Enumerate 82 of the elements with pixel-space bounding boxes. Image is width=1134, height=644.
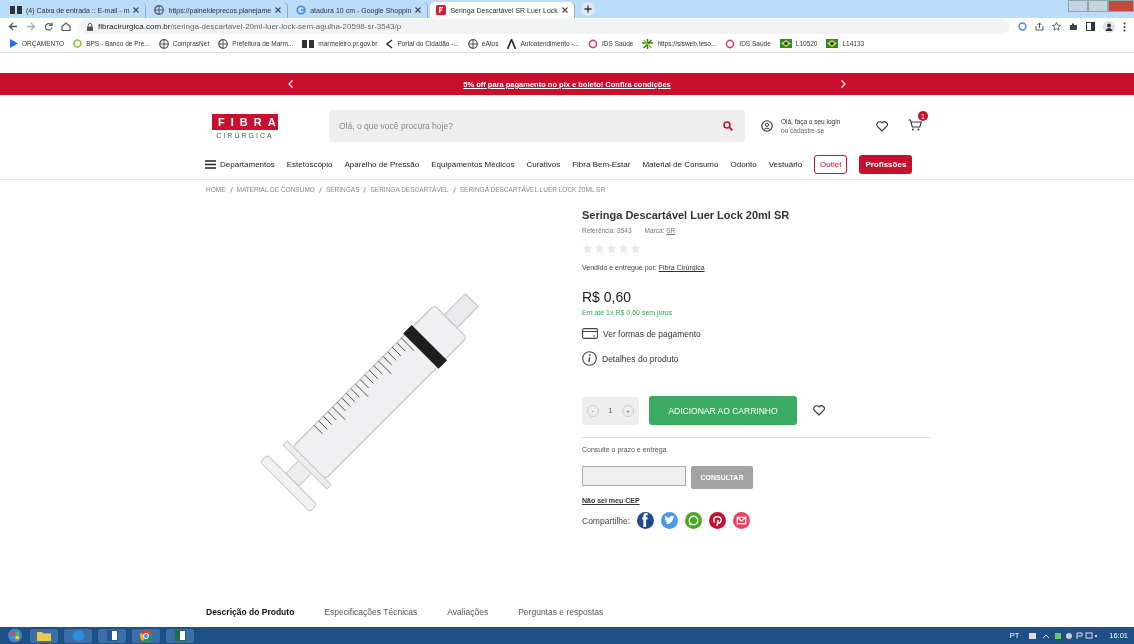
- chevron-left-icon: [386, 38, 394, 49]
- heart-icon[interactable]: [813, 405, 825, 416]
- nav-link[interactable]: Aparelho de Pressão: [344, 159, 420, 169]
- nav-link[interactable]: Curativos: [526, 159, 561, 169]
- chevron-right-icon[interactable]: [840, 80, 846, 88]
- nav-link[interactable]: Material de Consumo: [642, 159, 719, 169]
- star-icon[interactable]: [1052, 22, 1061, 31]
- facebook-share-icon[interactable]: [637, 512, 655, 529]
- triangle-icon: [10, 39, 18, 48]
- lock-icon: [87, 22, 93, 31]
- address-bar[interactable]: fibracirurgica.com.br/seringa-descartavel-20ml-luer-lock-sem-agulha-20598-sr-3543/p: [79, 19, 1010, 34]
- circle-icon: [73, 39, 83, 48]
- slash-separator-icon: [318, 186, 322, 193]
- nav-link[interactable]: Estetoscópio: [286, 159, 333, 169]
- share-label: Compartilhe:: [582, 515, 631, 526]
- browser-icon: [140, 629, 152, 642]
- home-icon[interactable]: [61, 22, 71, 31]
- start-button[interactable]: [6, 628, 24, 643]
- slash-separator-icon: [229, 186, 233, 193]
- nav-link[interactable]: Odonto: [730, 159, 757, 169]
- circle-icon: [72, 630, 84, 641]
- slash-separator-icon: [452, 186, 456, 193]
- globe-icon: [154, 5, 165, 15]
- globe-icon: [467, 38, 478, 49]
- site-favicon-icon: [436, 5, 447, 15]
- slash-separator-icon: [363, 186, 367, 193]
- spreadsheet-taskbar-button[interactable]: [166, 628, 194, 643]
- payment-methods-link[interactable]: Ver formas de pagamento: [603, 328, 701, 339]
- menu-icon[interactable]: [1123, 21, 1126, 32]
- search-icon[interactable]: [723, 121, 733, 131]
- email-share-icon[interactable]: [733, 512, 751, 529]
- side-panel-icon[interactable]: [1086, 22, 1095, 31]
- nav-link[interactable]: Fibra Bem-Estar: [572, 159, 631, 169]
- spreadsheet-icon: [174, 630, 186, 641]
- search-field[interactable]: Olá, o que você procura hoje?: [329, 110, 745, 142]
- share-icon[interactable]: [1035, 22, 1044, 31]
- product-tab[interactable]: Descrição do Produto: [206, 607, 295, 617]
- profile-icon[interactable]: [1103, 20, 1115, 33]
- reload-icon[interactable]: [44, 22, 53, 31]
- globe-icon: [218, 38, 229, 49]
- ring-icon: [588, 38, 598, 49]
- nav-link[interactable]: Equipamentos Médicos: [431, 159, 515, 169]
- close-icon[interactable]: [415, 7, 422, 13]
- cart-icon[interactable]: [908, 119, 922, 131]
- menu-label[interactable]: Departamentos: [220, 159, 275, 169]
- back-icon[interactable]: [8, 22, 18, 31]
- product-title: Seringa Descartável Luer Lock 20ml SR: [582, 209, 791, 221]
- globe-icon: [158, 38, 169, 49]
- flag-icon: [779, 39, 792, 48]
- product-tab[interactable]: Especificações Técnicas: [324, 607, 418, 617]
- user-icon[interactable]: [761, 120, 773, 132]
- close-icon[interactable]: [133, 7, 140, 13]
- folder-taskbar-button[interactable]: [30, 628, 58, 643]
- word-taskbar-button[interactable]: [98, 628, 126, 643]
- zip-code-field[interactable]: [582, 466, 686, 486]
- nav-button[interactable]: Profissões: [859, 154, 913, 174]
- product-tab[interactable]: Avaliações: [447, 607, 489, 617]
- logo-wordmark[interactable]: FIBRA: [212, 113, 278, 130]
- info-icon[interactable]: [582, 351, 597, 366]
- whatsapp-share-icon[interactable]: [685, 512, 703, 529]
- price: R$ 0,60: [582, 289, 633, 305]
- nav-button[interactable]: Outlet: [814, 154, 848, 174]
- chevron-left-icon[interactable]: [288, 80, 294, 88]
- star-burst-icon: [642, 38, 654, 49]
- lambda-icon: [507, 38, 517, 49]
- ring-icon: [725, 38, 736, 49]
- tray-icons-drawing[interactable]: [1029, 631, 1100, 640]
- close-icon[interactable]: [561, 7, 568, 13]
- close-icon[interactable]: [275, 7, 282, 13]
- pinterest-share-icon[interactable]: [709, 512, 727, 529]
- departments-menu[interactable]: Departamentos: [205, 159, 275, 169]
- flag-icon: [826, 39, 839, 48]
- folder-icon: [37, 630, 51, 641]
- twitter-share-icon[interactable]: [661, 512, 679, 529]
- product-tab[interactable]: Perguntas e respostas: [518, 607, 604, 617]
- nav-link[interactable]: Vestuário: [768, 159, 803, 169]
- document-icon: [106, 630, 118, 641]
- menu-icon[interactable]: [205, 159, 216, 169]
- product-details-link[interactable]: Detalhes do produto: [602, 353, 679, 364]
- heart-icon[interactable]: [876, 120, 888, 132]
- card-icon[interactable]: [582, 328, 598, 339]
- browser-taskbar-button[interactable]: [132, 628, 160, 643]
